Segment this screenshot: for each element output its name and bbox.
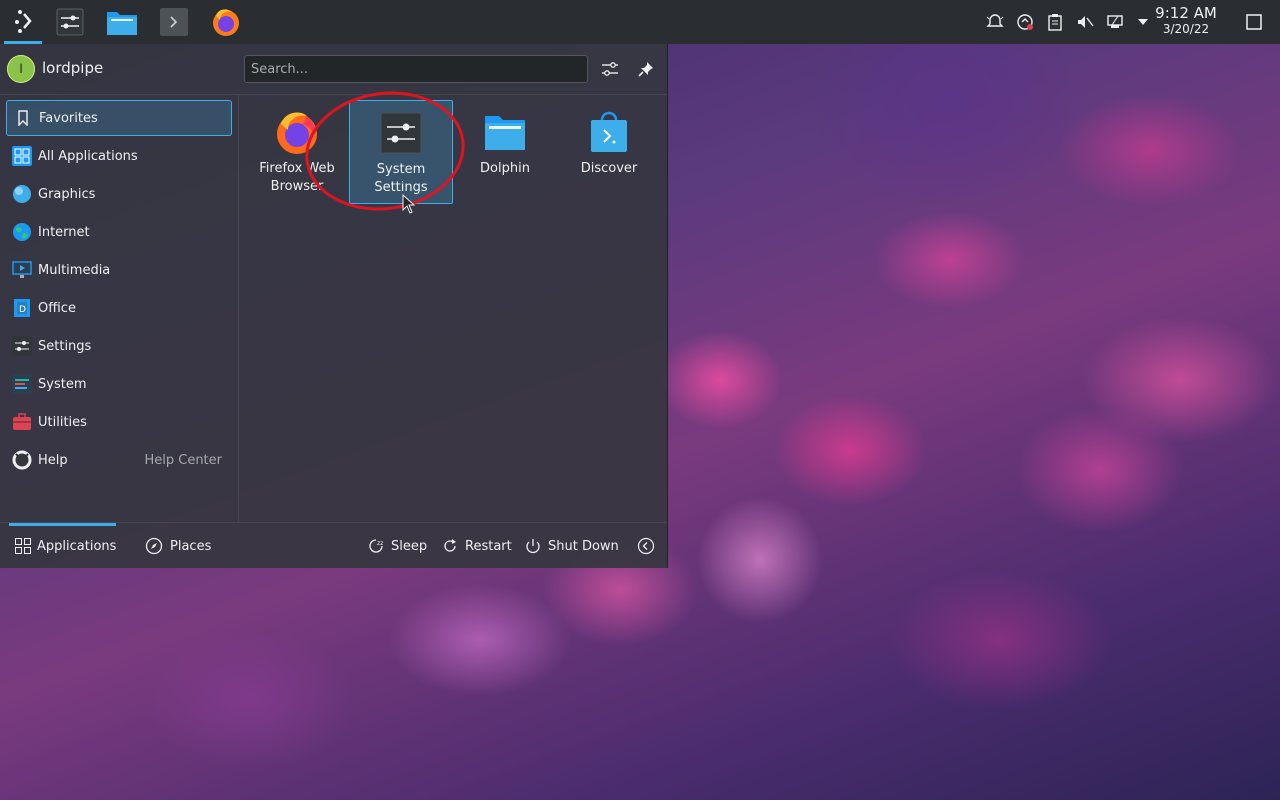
category-favorites[interactable]: Favorites: [6, 100, 232, 136]
updates-icon[interactable]: [1014, 11, 1036, 33]
grid-icon: [15, 536, 31, 556]
sleep-icon: zz: [366, 536, 386, 556]
office-icon: D: [12, 298, 32, 318]
grid-icon: [12, 146, 32, 166]
category-label: All Applications: [38, 148, 138, 164]
settings-icon: [12, 336, 32, 356]
tab-places[interactable]: Places: [140, 523, 220, 569]
notifications-icon[interactable]: [984, 11, 1006, 33]
avatar[interactable]: l: [7, 55, 35, 83]
clock-date: 3/20/22: [1162, 22, 1210, 36]
discover-icon: [585, 108, 633, 156]
category-label: System: [38, 376, 87, 392]
network-wired-icon[interactable]: [1104, 11, 1126, 33]
restart-button[interactable]: Restart: [440, 523, 512, 569]
show-desktop-icon[interactable]: [1243, 11, 1265, 33]
app-label: Dolphin: [480, 161, 530, 176]
category-label: Help: [38, 452, 68, 468]
category-graphics[interactable]: Graphics: [6, 176, 232, 212]
category-utilities[interactable]: Utilities: [6, 404, 232, 440]
system-settings-icon: [56, 8, 84, 36]
tab-label: Applications: [37, 538, 117, 554]
clipboard-icon[interactable]: [1044, 11, 1066, 33]
app-discover[interactable]: Discover: [557, 100, 661, 204]
svg-text:D: D: [19, 305, 26, 315]
lifebuoy-icon: [12, 450, 32, 470]
taskbar-konsole[interactable]: [156, 4, 192, 40]
system-tray: [984, 0, 1154, 44]
category-label: Graphics: [38, 186, 96, 202]
category-all-applications[interactable]: All Applications: [6, 138, 232, 174]
chevron-left-circle-icon: [636, 536, 656, 556]
category-help[interactable]: Help Help Center: [6, 442, 232, 478]
folder-icon: [481, 108, 529, 156]
configure-button[interactable]: [597, 56, 623, 82]
taskbar-system-settings[interactable]: [52, 4, 88, 40]
sleep-button[interactable]: zz Sleep: [366, 523, 427, 569]
username: lordpipe: [42, 59, 104, 77]
toolbox-icon: [12, 412, 32, 432]
graphics-icon: [12, 184, 32, 204]
configure-icon: [602, 62, 618, 76]
category-label: Favorites: [39, 110, 98, 126]
tab-label: Places: [170, 538, 212, 554]
restart-icon: [440, 536, 460, 556]
folder-icon: [107, 12, 137, 35]
pin-button[interactable]: [633, 56, 659, 82]
power-icon: [523, 536, 543, 556]
category-sidebar: Favorites All Applications Graphics Inte…: [0, 95, 239, 522]
sleep-label: Sleep: [391, 538, 428, 554]
taskbar-firefox[interactable]: [208, 4, 244, 40]
category-label: Multimedia: [38, 262, 111, 278]
terminal-icon: [160, 8, 188, 36]
app-dolphin[interactable]: Dolphin: [453, 100, 557, 204]
kde-logo-icon: [15, 10, 32, 33]
volume-muted-icon[interactable]: [1074, 11, 1096, 33]
category-settings[interactable]: Settings: [6, 328, 232, 364]
top-panel: 9:12 AM 3/20/22: [0, 0, 1280, 44]
pin-icon: [638, 62, 653, 77]
menu-footer: Applications Places zz Sleep Restart Shu…: [0, 522, 667, 569]
tab-applications[interactable]: Applications: [9, 523, 116, 569]
app-label: Discover: [580, 161, 638, 176]
search-input[interactable]: [244, 55, 588, 83]
category-system[interactable]: System: [6, 366, 232, 402]
application-launcher-button[interactable]: [4, 0, 42, 44]
firefox-icon: [213, 9, 239, 36]
category-label: Settings: [38, 338, 92, 354]
bookmark-icon: [13, 108, 33, 128]
mouse-cursor-icon: [402, 194, 416, 214]
category-label: Office: [38, 300, 76, 316]
category-label: Internet: [38, 224, 90, 240]
category-sublabel: Help Center: [144, 452, 222, 468]
monitor-icon: [12, 260, 32, 280]
category-internet[interactable]: Internet: [6, 214, 232, 250]
svg-text:zz: zz: [377, 540, 383, 547]
clock-time: 9:12 AM: [1155, 4, 1217, 22]
shutdown-label: Shut Down: [548, 538, 619, 554]
category-office[interactable]: D Office: [6, 290, 232, 326]
menu-header: l lordpipe: [0, 44, 667, 95]
shutdown-button[interactable]: Shut Down: [523, 523, 619, 569]
category-label: Utilities: [38, 414, 87, 430]
restart-label: Restart: [465, 538, 512, 554]
system-icon: [12, 374, 32, 394]
globe-icon: [12, 222, 32, 242]
compass-icon: [144, 536, 164, 556]
category-multimedia[interactable]: Multimedia: [6, 252, 232, 288]
digital-clock[interactable]: 9:12 AM 3/20/22: [1150, 4, 1222, 36]
taskbar-dolphin[interactable]: [104, 4, 140, 40]
more-power-options-button[interactable]: [636, 523, 661, 569]
